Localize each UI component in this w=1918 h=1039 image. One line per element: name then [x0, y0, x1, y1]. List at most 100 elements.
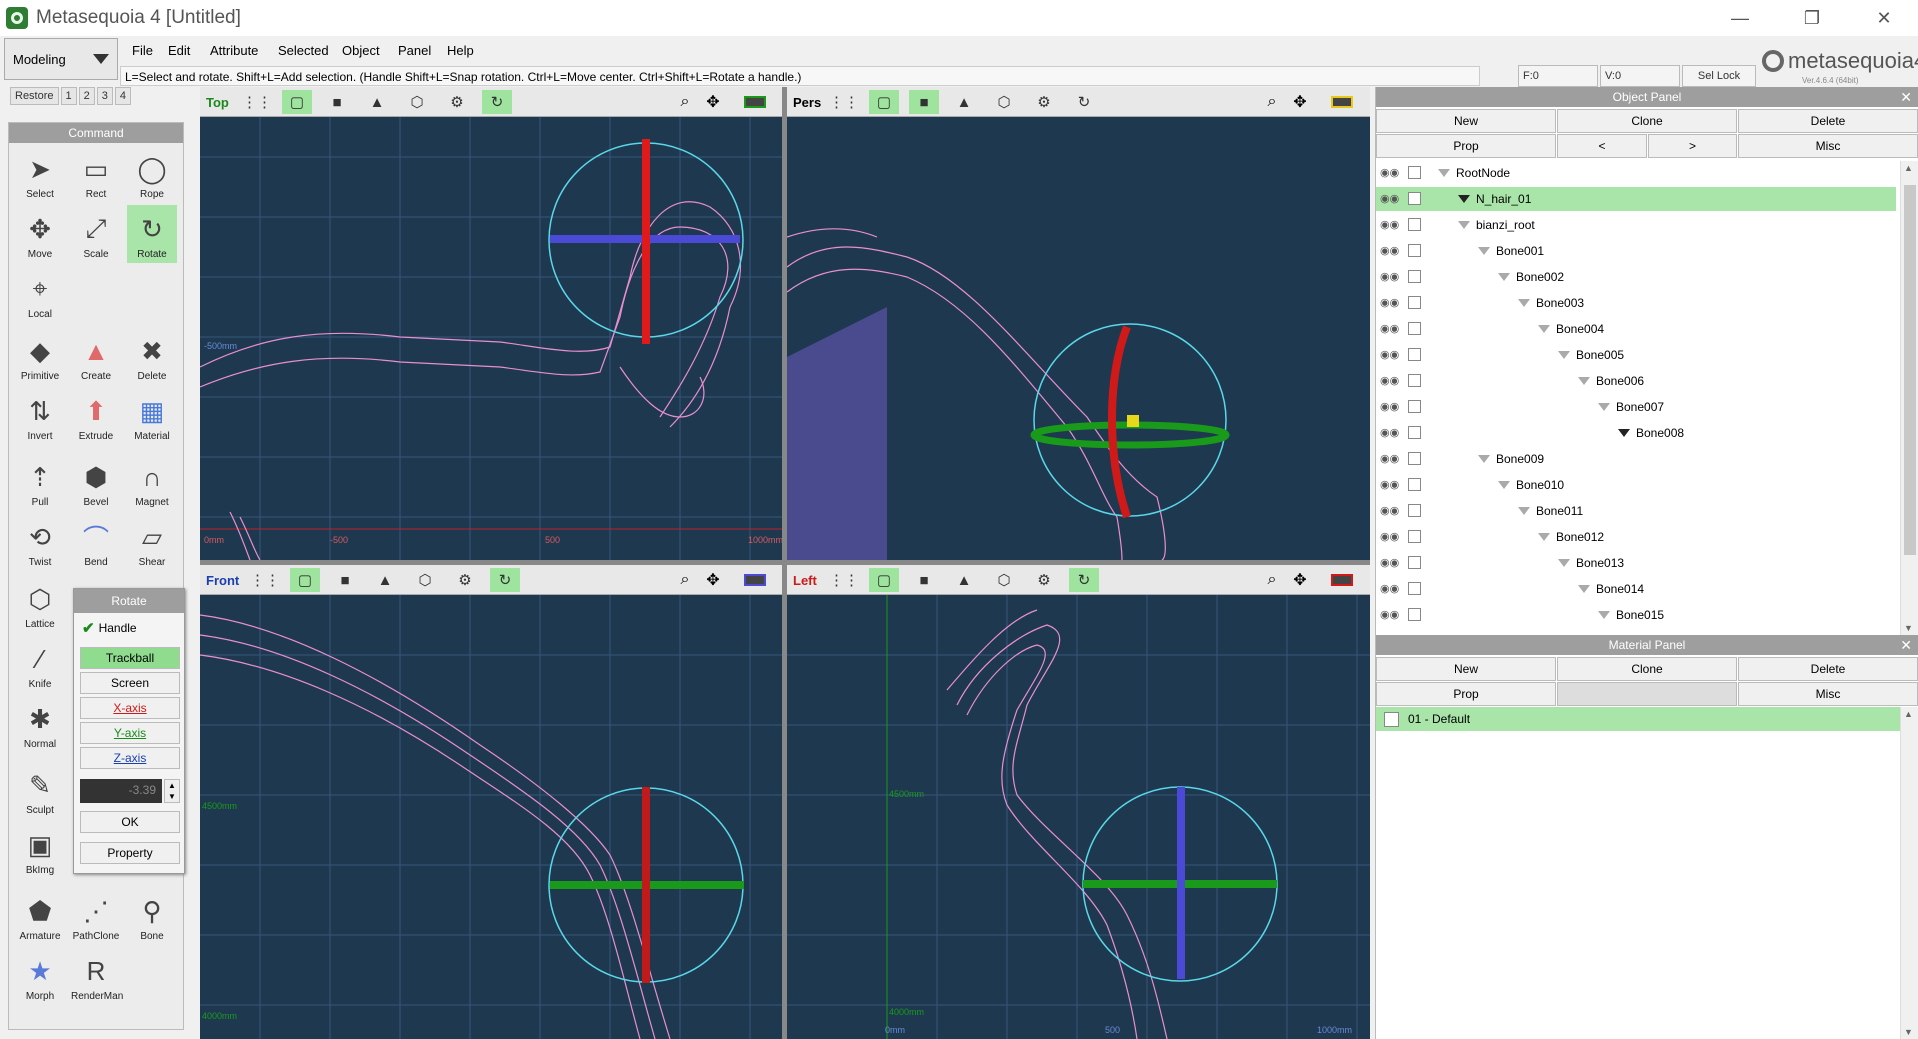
- frame-icon[interactable]: ▢: [282, 90, 312, 114]
- tool-delete[interactable]: ✖ Delete: [127, 327, 177, 385]
- tree-row[interactable]: ◉◉ Bone013: [1376, 551, 1896, 575]
- expand-triangle-icon[interactable]: [1558, 351, 1570, 359]
- tool-rect[interactable]: ▭ Rect: [71, 145, 121, 203]
- tool-morph[interactable]: ★ Morph: [15, 947, 65, 1005]
- screen-layout-icon[interactable]: [1327, 568, 1357, 592]
- pan-icon[interactable]: ✥: [698, 568, 728, 592]
- lock-checkbox[interactable]: [1408, 322, 1421, 335]
- tool-select[interactable]: ➤ Select: [15, 145, 65, 203]
- viewport-canvas[interactable]: 4500mm 4000mm 0mm 500 1000mm: [787, 595, 1370, 1039]
- tree-row[interactable]: ◉◉ Bone010: [1376, 473, 1896, 497]
- expand-triangle-icon[interactable]: [1498, 481, 1510, 489]
- tool-scale[interactable]: ⤢ Scale: [71, 205, 121, 263]
- material-row[interactable]: 01 - Default: [1376, 707, 1901, 731]
- refresh-icon[interactable]: ↻: [1069, 90, 1099, 114]
- tool-magnet[interactable]: ∩ Magnet: [127, 453, 177, 511]
- viewport-name[interactable]: Top: [206, 95, 229, 110]
- sel-lock-button[interactable]: Sel Lock: [1682, 65, 1756, 87]
- tool-move[interactable]: ✥ Move: [15, 205, 65, 263]
- tree-row[interactable]: ◉◉ Bone015: [1376, 603, 1896, 627]
- expand-triangle-icon[interactable]: [1458, 195, 1470, 203]
- zoom-icon[interactable]: ⌕: [1257, 90, 1287, 114]
- tool-extrude[interactable]: ⬆ Extrude: [71, 387, 121, 445]
- menu-selected[interactable]: Selected: [278, 43, 329, 58]
- viewport-canvas[interactable]: 4500mm 4000mm: [200, 595, 782, 1039]
- lock-checkbox[interactable]: [1408, 400, 1421, 413]
- expand-triangle-icon[interactable]: [1518, 507, 1530, 515]
- menu-file[interactable]: File: [132, 43, 153, 58]
- tool-pull[interactable]: ⇡ Pull: [15, 453, 65, 511]
- tree-row[interactable]: ◉◉ Bone008: [1376, 421, 1896, 445]
- wire-cube-icon[interactable]: ⬡: [402, 90, 432, 114]
- viewport-name[interactable]: Pers: [793, 95, 821, 110]
- tool-lattice[interactable]: ⬡ Lattice: [15, 575, 65, 633]
- tree-row[interactable]: ◉◉ Bone009: [1376, 447, 1896, 471]
- viewport-canvas[interactable]: -500mm 0mm -500 500 1000mm: [200, 117, 782, 560]
- restore-button[interactable]: Restore: [10, 87, 59, 105]
- visibility-eye-icon[interactable]: ◉◉: [1380, 166, 1402, 180]
- tool-bkimg[interactable]: ▣ BkImg: [15, 821, 65, 879]
- tool-armature[interactable]: ⬟ Armature: [15, 887, 65, 945]
- ok-button[interactable]: OK: [80, 811, 180, 833]
- lock-checkbox[interactable]: [1408, 426, 1421, 439]
- tree-row[interactable]: ◉◉ Bone003: [1376, 291, 1896, 315]
- menu-panel[interactable]: Panel: [398, 43, 431, 58]
- menu-attribute[interactable]: Attribute: [210, 43, 258, 58]
- material-swatch[interactable]: [1384, 712, 1399, 727]
- tree-row[interactable]: ◉◉ bianzi_root: [1376, 213, 1896, 237]
- visibility-eye-icon[interactable]: ◉◉: [1380, 478, 1402, 492]
- visibility-eye-icon[interactable]: ◉◉: [1380, 322, 1402, 336]
- expand-triangle-icon[interactable]: [1618, 429, 1630, 437]
- angle-spinner[interactable]: ▲ ▼: [164, 779, 180, 803]
- grid-dots-icon[interactable]: ⋮⋮: [829, 90, 859, 114]
- z-axis-mode-button[interactable]: Z-axis: [80, 747, 180, 769]
- tool-invert[interactable]: ⇅ Invert: [15, 387, 65, 445]
- tree-row[interactable]: ◉◉ Bone011: [1376, 499, 1896, 523]
- expand-triangle-icon[interactable]: [1538, 533, 1550, 541]
- visibility-eye-icon[interactable]: ◉◉: [1380, 348, 1402, 362]
- tree-row[interactable]: ◉◉ Bone012: [1376, 525, 1896, 549]
- tree-row[interactable]: ◉◉ Bone006: [1376, 369, 1896, 393]
- view-preset-2-button[interactable]: 2: [78, 87, 95, 105]
- frame-icon[interactable]: ▢: [290, 568, 320, 592]
- grid-dots-icon[interactable]: ⋮⋮: [242, 90, 272, 114]
- lock-checkbox[interactable]: [1408, 192, 1421, 205]
- solid-icon[interactable]: ■: [330, 568, 360, 592]
- view-preset-4-button[interactable]: 4: [114, 87, 132, 105]
- lock-checkbox[interactable]: [1408, 504, 1421, 517]
- close-icon[interactable]: ✕: [1900, 87, 1912, 107]
- expand-triangle-icon[interactable]: [1578, 585, 1590, 593]
- tree-row[interactable]: ◉◉ Bone007: [1376, 395, 1896, 419]
- viewport-front[interactable]: Front ⋮⋮ ▢ ■ ▲ ⬡ ⚙ ↻ ⌕ ✥ 4500mm 4000mm: [200, 565, 782, 1039]
- viewport-perspective[interactable]: Pers ⋮⋮ ▢ ■ ▲ ⬡ ⚙ ↻ ⌕ ✥: [787, 87, 1370, 560]
- maximize-button[interactable]: ❐: [1784, 0, 1840, 36]
- pan-icon[interactable]: ✥: [1285, 568, 1315, 592]
- expand-triangle-icon[interactable]: [1558, 559, 1570, 567]
- tool-sculpt[interactable]: ✎ Sculpt: [15, 761, 65, 819]
- solid-icon[interactable]: ■: [322, 90, 352, 114]
- lock-checkbox[interactable]: [1408, 348, 1421, 361]
- visibility-eye-icon[interactable]: ◉◉: [1380, 452, 1402, 466]
- refresh-icon[interactable]: ↻: [1069, 568, 1099, 592]
- tool-bone[interactable]: ⚲ Bone: [127, 887, 177, 945]
- expand-triangle-icon[interactable]: [1518, 299, 1530, 307]
- viewport-name[interactable]: Left: [793, 573, 817, 588]
- menu-help[interactable]: Help: [447, 43, 474, 58]
- view-preset-1-button[interactable]: 1: [60, 87, 77, 105]
- prev-object-button[interactable]: <: [1557, 134, 1647, 158]
- material-prop-button[interactable]: Prop: [1376, 682, 1556, 706]
- scroll-down-icon[interactable]: ▼: [1904, 1027, 1913, 1037]
- scroll-up-icon[interactable]: ▲: [1904, 163, 1913, 173]
- tool-shear[interactable]: ▱ Shear: [127, 513, 177, 571]
- refresh-icon[interactable]: ↻: [482, 90, 512, 114]
- expand-triangle-icon[interactable]: [1438, 169, 1450, 177]
- screen-layout-icon[interactable]: [1327, 90, 1357, 114]
- zoom-icon[interactable]: ⌕: [670, 568, 700, 592]
- new-object-button[interactable]: New: [1376, 109, 1556, 133]
- clone-object-button[interactable]: Clone: [1557, 109, 1737, 133]
- perspective-icon[interactable]: ▲: [949, 90, 979, 114]
- screen-layout-icon[interactable]: [740, 90, 770, 114]
- material-misc-button[interactable]: Misc: [1738, 682, 1918, 706]
- next-object-button[interactable]: >: [1648, 134, 1737, 158]
- visibility-eye-icon[interactable]: ◉◉: [1380, 400, 1402, 414]
